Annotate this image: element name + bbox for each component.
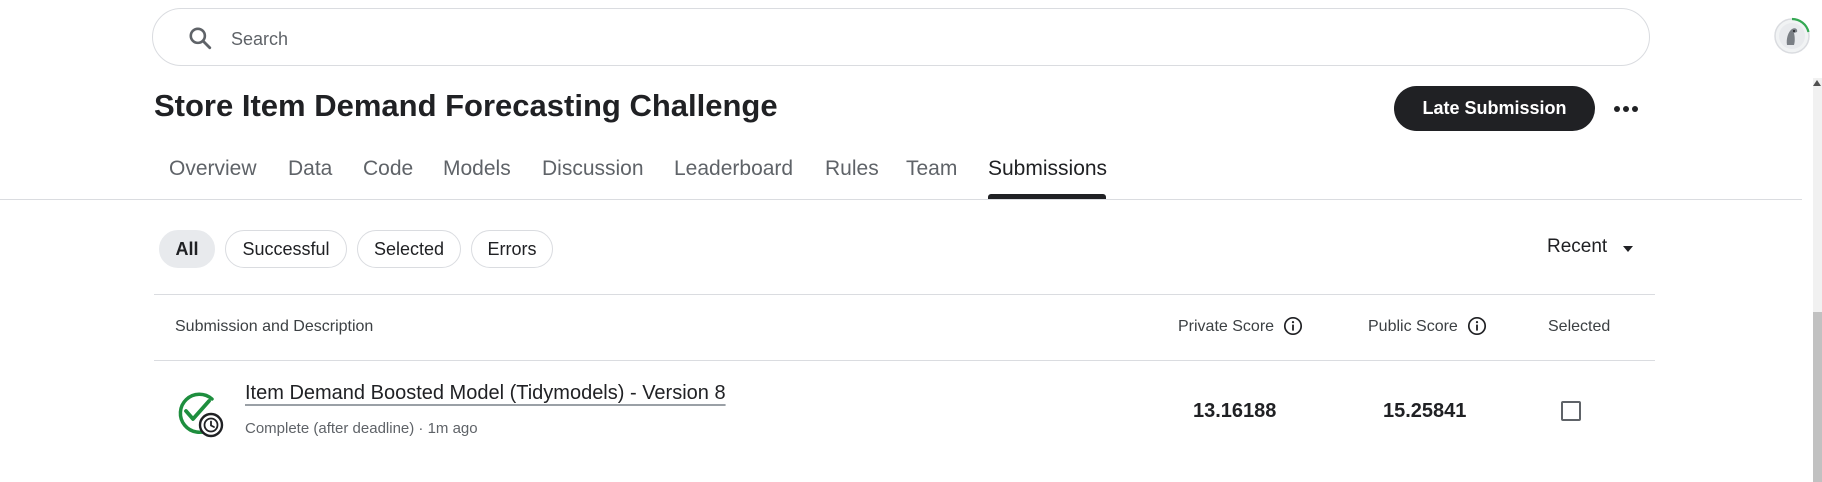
submission-meta: Complete (after deadline) · 1m ago xyxy=(245,420,478,437)
info-icon[interactable] xyxy=(1467,316,1487,336)
sort-dropdown[interactable]: Recent xyxy=(1547,236,1607,258)
filter-errors-chip[interactable]: Errors xyxy=(471,230,553,268)
search-bar[interactable] xyxy=(152,8,1650,66)
tab-overview[interactable]: Overview xyxy=(169,157,257,181)
tab-discussion[interactable]: Discussion xyxy=(542,157,644,181)
tab-team[interactable]: Team xyxy=(906,157,957,181)
tab-submissions[interactable]: Submissions xyxy=(988,157,1107,181)
tab-rules[interactable]: Rules xyxy=(825,157,879,181)
private-score-value: 13.16188 xyxy=(1193,400,1277,422)
scroll-up-arrow-icon[interactable] xyxy=(1813,80,1821,86)
filter-successful-chip[interactable]: Successful xyxy=(225,230,347,268)
late-submission-button[interactable]: Late Submission xyxy=(1394,86,1595,131)
scrollbar-thumb[interactable] xyxy=(1813,312,1822,482)
tab-code[interactable]: Code xyxy=(363,157,413,181)
check-with-clock-icon xyxy=(178,392,224,438)
competition-tabs: Overview Data Code Models Discussion Lea… xyxy=(0,148,1802,200)
header-private-score: Private Score xyxy=(1178,318,1275,335)
search-input[interactable] xyxy=(229,21,1613,57)
more-horizontal-icon xyxy=(1614,106,1638,112)
header-public-score: Public Score xyxy=(1368,318,1458,335)
tab-data[interactable]: Data xyxy=(288,157,332,181)
more-options-button[interactable] xyxy=(1608,92,1644,126)
info-icon[interactable] xyxy=(1283,316,1303,336)
active-tab-indicator xyxy=(988,194,1106,199)
search-icon xyxy=(189,27,212,50)
table-top-divider xyxy=(154,294,1655,295)
table-header-divider xyxy=(154,360,1655,361)
public-score-value: 15.25841 xyxy=(1383,400,1467,422)
selected-checkbox[interactable] xyxy=(1561,401,1581,421)
header-submission: Submission and Description xyxy=(175,318,374,335)
tab-models[interactable]: Models xyxy=(443,157,511,181)
tab-leaderboard[interactable]: Leaderboard xyxy=(674,157,793,181)
header-selected: Selected xyxy=(1548,318,1611,335)
filter-all-chip[interactable]: All xyxy=(159,230,215,268)
filter-selected-chip[interactable]: Selected xyxy=(357,230,461,268)
submission-title-link[interactable]: Item Demand Boosted Model (Tidymodels) -… xyxy=(245,382,726,405)
avatar[interactable] xyxy=(1773,17,1811,55)
page-title: Store Item Demand Forecasting Challenge xyxy=(154,88,778,123)
caret-down-icon[interactable] xyxy=(1623,246,1633,252)
